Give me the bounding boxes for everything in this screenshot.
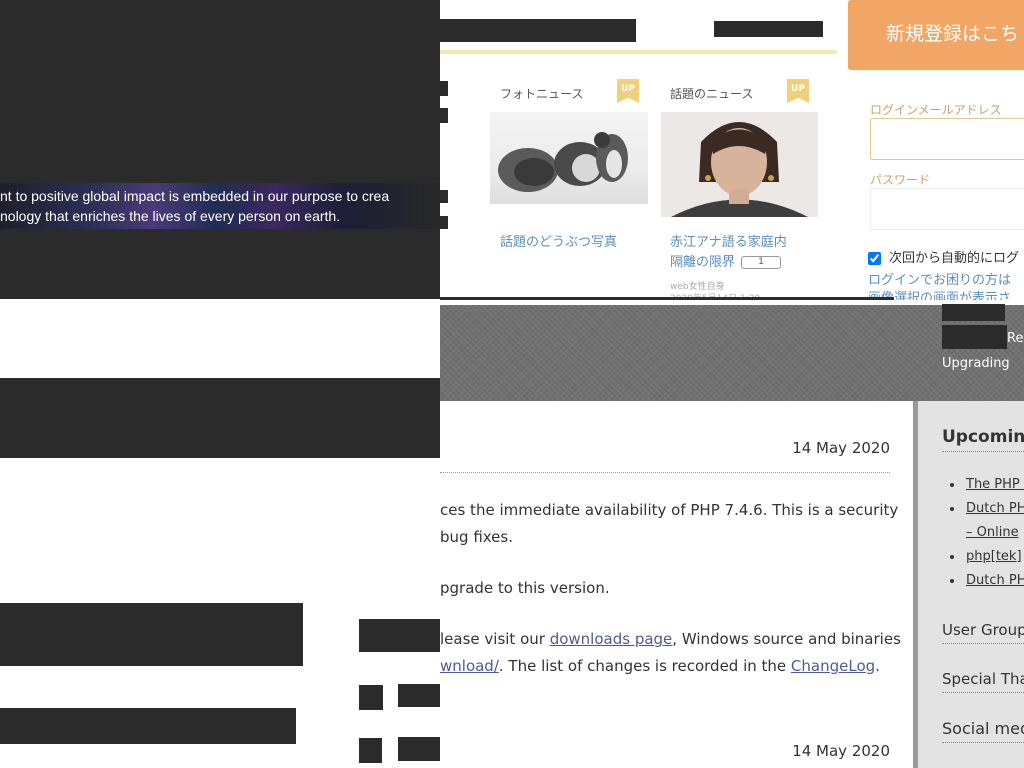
event-link-cont[interactable]: – Online: [966, 525, 1019, 540]
register-button[interactable]: 新規登録はこち: [848, 0, 1024, 70]
event-link[interactable]: Dutch PH: [966, 573, 1024, 588]
redacted-block: [0, 603, 303, 666]
para3-text-end: , Windows source and binaries: [672, 630, 901, 648]
auto-login-label: 次回から自動的にログ: [889, 251, 1020, 266]
redacted-block: [0, 0, 440, 183]
event-link[interactable]: The PHP C: [966, 477, 1024, 492]
login-help-line1: ログインでお困りの方は: [868, 273, 1012, 288]
user-group-heading[interactable]: User Group: [942, 621, 1024, 644]
para3-text: lease visit our: [440, 630, 550, 648]
special-thanks-heading[interactable]: Special Tha: [942, 670, 1024, 693]
japanese-news-site: フォトニュース UP 話題のどうぶつ写真 話題のニュース UP 赤江アナ語る家庭…: [440, 0, 1024, 300]
photo-news-link[interactable]: 話題のどうぶつ写真: [500, 233, 617, 253]
redacted-side-marker: [440, 216, 448, 229]
comment-count-badge: 1: [741, 256, 782, 269]
list-item[interactable]: The PHP C: [942, 473, 1024, 497]
banner-text-line1: nt to positive global impact is embedded…: [0, 188, 390, 204]
php-sidebar: Upcoming The PHP C Dutch PH – Online php[…: [913, 401, 1024, 768]
penguin-illustration: [498, 132, 628, 192]
topic-news-link-line2: 隔離の限界: [670, 255, 736, 270]
news-date: 14 May 2020: [792, 742, 890, 760]
para4-text: . The list of changes is recorded in the: [498, 657, 791, 675]
auto-login-checkbox[interactable]: [868, 252, 881, 265]
redacted-block: [0, 229, 440, 299]
downloads-paragraph: lease visit our downloads page, Windows …: [440, 626, 901, 680]
php-news-content: 14 May 2020 ces the immediate availabili…: [440, 401, 915, 768]
upgrade-paragraph: pgrade to this version.: [440, 579, 610, 597]
redacted-block: [398, 684, 440, 707]
login-email-label: ログインメールアドレス: [870, 103, 1002, 117]
list-item[interactable]: Dutch PH: [942, 569, 1024, 593]
downloads-page-link[interactable]: downloads page: [550, 630, 673, 648]
topic-news-link-line1: 赤江アナ語る家庭内: [670, 235, 787, 250]
redacted-block: [942, 304, 1005, 321]
changelog-link[interactable]: ChangeLog: [791, 657, 875, 675]
redacted-block: [359, 619, 440, 652]
redacted-block: [359, 738, 382, 763]
redacted-header-block: [440, 19, 636, 42]
announcement-paragraph: ces the immediate availability of PHP 7.…: [440, 497, 898, 551]
para4-end: .: [875, 657, 880, 675]
redacted-header-block: [714, 21, 823, 37]
topic-news-heading: 話題のニュース: [670, 87, 754, 101]
redacted-block: [359, 685, 383, 710]
download-url-link[interactable]: wnload/: [440, 657, 499, 675]
upgrading-link[interactable]: Upgrading: [942, 356, 1010, 371]
photo-news-heading: フォトニュース: [500, 87, 584, 101]
auto-login-checkbox-row[interactable]: 次回から自動的にログ: [868, 247, 1019, 266]
release-nav-fragment[interactable]: Rel: [1007, 331, 1024, 346]
para1-line1: ces the immediate availability of PHP 7.…: [440, 501, 899, 519]
login-help-link[interactable]: ログインでお困りの方は 画像選択の画面が表示さ: [868, 272, 1011, 300]
hero-banner: nt to positive global impact is embedded…: [0, 183, 440, 229]
redacted-block: [0, 378, 440, 458]
redacted-block: [942, 325, 1007, 349]
topic-news-link[interactable]: 赤江アナ語る家庭内 隔離の限界 1: [670, 233, 787, 273]
para1-line2: bug fixes.: [440, 528, 513, 546]
password-input[interactable]: [870, 188, 1024, 230]
password-label: パスワード: [870, 173, 931, 187]
news-portrait-photo[interactable]: [661, 112, 818, 217]
up-badge: UP: [787, 79, 809, 103]
news-date: 14 May 2020: [792, 439, 890, 457]
portrait-illustration: [661, 112, 818, 217]
event-link[interactable]: php[tek]: [966, 549, 1022, 564]
penguin-photo[interactable]: [490, 112, 648, 204]
up-badge: UP: [617, 79, 639, 103]
event-link[interactable]: Dutch PH: [966, 501, 1024, 516]
php-header-band: Rel Upgrading: [440, 304, 1024, 401]
redacted-block: [398, 737, 440, 761]
login-email-input[interactable]: [870, 118, 1024, 160]
upcoming-list: The PHP C Dutch PH – Online php[tek] Dutc…: [942, 473, 1024, 593]
banner-text-line2: nology that enriches the lives of every …: [0, 208, 341, 224]
redacted-block: [0, 708, 296, 744]
upcoming-heading: Upcoming: [942, 427, 1024, 452]
redacted-divider: [440, 297, 894, 300]
header-underline: [440, 50, 837, 54]
redacted-side-marker: [440, 81, 448, 96]
dotted-divider: [440, 472, 890, 473]
redacted-side-marker: [440, 190, 448, 203]
list-item[interactable]: php[tek]: [942, 545, 1024, 569]
social-media-heading[interactable]: Social med: [942, 719, 1024, 743]
redacted-side-marker: [440, 108, 448, 123]
list-item[interactable]: Dutch PH – Online: [942, 497, 1024, 545]
